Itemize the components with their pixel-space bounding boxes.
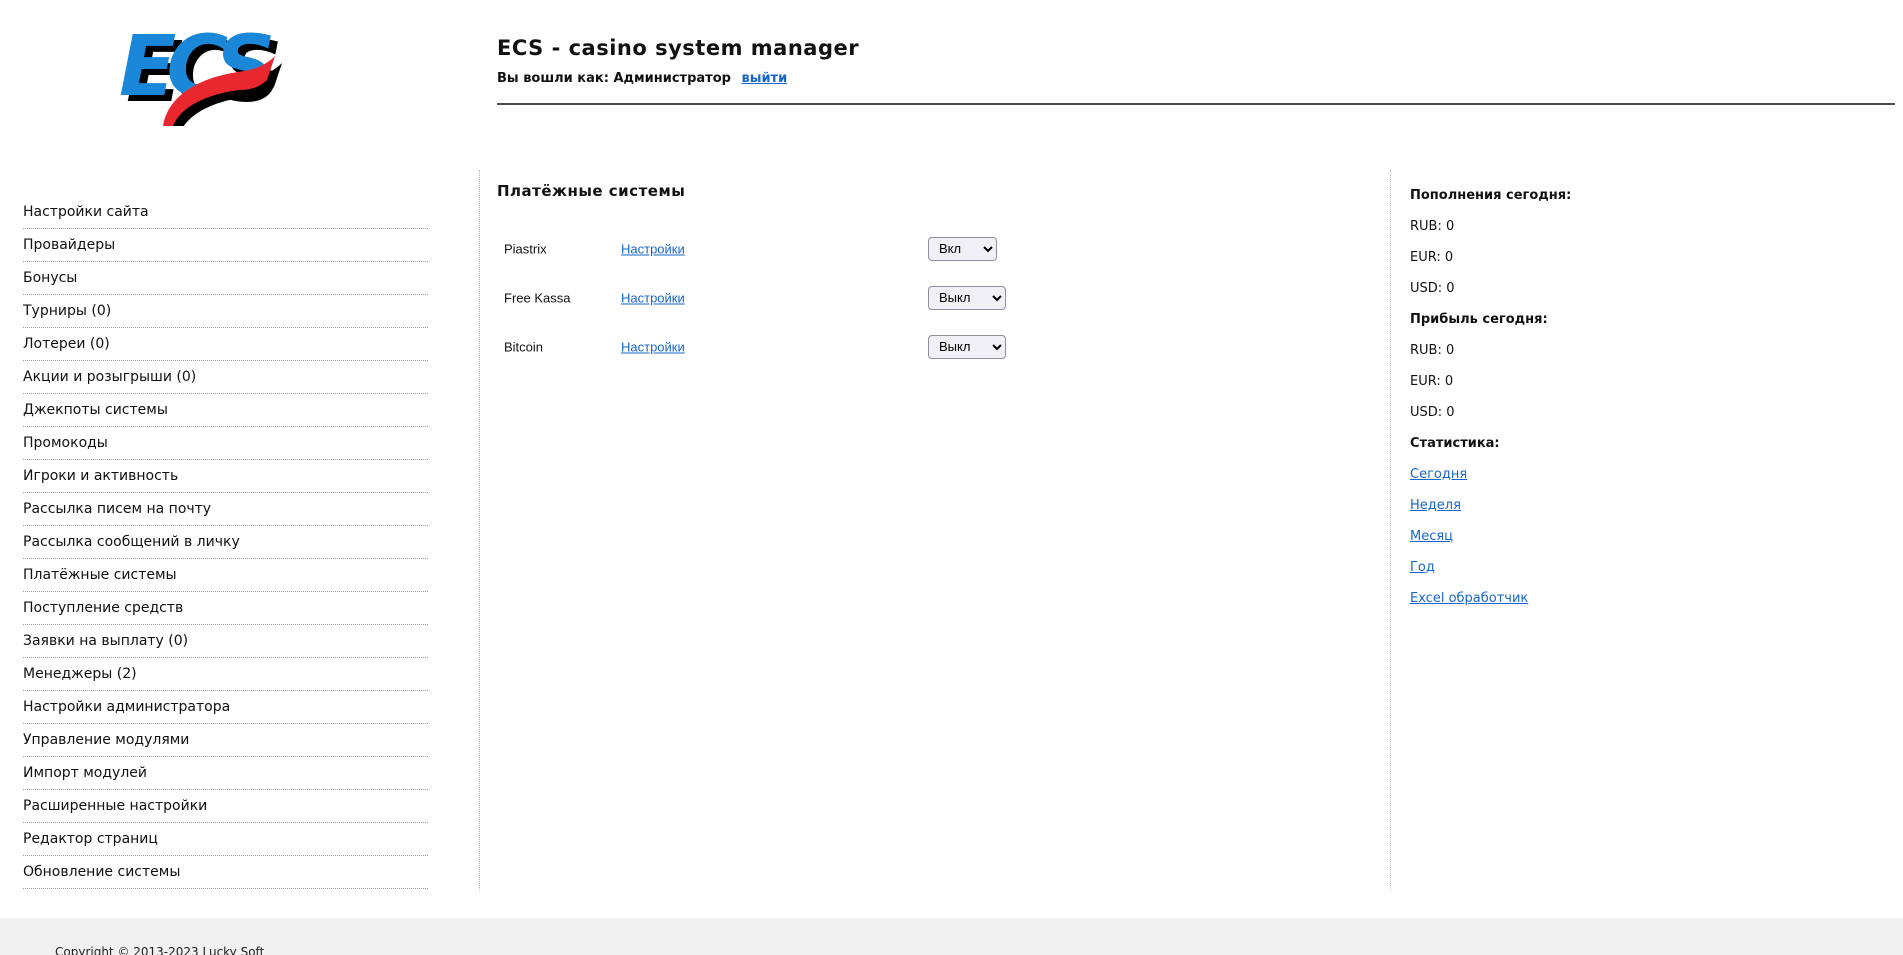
sidebar-item-lotteries[interactable]: Лотереи (0)	[23, 328, 428, 361]
profit-rub: RUB: 0	[1410, 343, 1455, 358]
page-title: ECS - casino system manager	[497, 36, 860, 60]
sidebar-item-email-mailing[interactable]: Рассылка писем на почту	[23, 493, 428, 526]
sidebar-item-providers[interactable]: Провайдеры	[23, 229, 428, 262]
sidebar-item-module-import[interactable]: Импорт модулей	[23, 757, 428, 790]
payment-name: Piastrix	[504, 241, 547, 256]
footer: Copyright © 2013-2023 Lucky Soft	[0, 918, 1903, 955]
main-stats-divider	[1390, 170, 1391, 890]
sidebar-item-system-update[interactable]: Обновление системы	[23, 856, 428, 889]
payment-status-select[interactable]: Выкл	[928, 334, 1006, 359]
profit-usd: USD: 0	[1410, 405, 1455, 420]
sidebar-item-promocodes[interactable]: Промокоды	[23, 427, 428, 460]
sidebar-item-pm-mailing[interactable]: Рассылка сообщений в личку	[23, 526, 428, 559]
ecs-logo-graphic: ECS ECS	[119, 17, 288, 133]
payment-settings-link[interactable]: Настройки	[621, 290, 685, 305]
sidebar-item-admin-settings[interactable]: Настройки администратора	[23, 691, 428, 724]
sidebar-item-advanced-settings[interactable]: Расширенные настройки	[23, 790, 428, 823]
sidebar-item-promotions[interactable]: Акции и розыгрыши (0)	[23, 361, 428, 394]
profit-today-heading: Прибыль сегодня:	[1410, 312, 1548, 327]
sidebar-item-managers[interactable]: Менеджеры (2)	[23, 658, 428, 691]
login-status-text: Вы вошли как: Администратор	[497, 71, 731, 86]
stats-link-excel-processor[interactable]: Excel обработчик	[1410, 591, 1528, 606]
sidebar-item-payout-requests[interactable]: Заявки на выплату (0)	[23, 625, 428, 658]
payment-row-piastrix: Piastrix Настройки Вкл	[497, 224, 1377, 273]
panel-title: Платёжные системы	[497, 182, 686, 200]
deposits-eur: EUR: 0	[1410, 250, 1454, 265]
deposits-rub: RUB: 0	[1410, 219, 1455, 234]
stats-link-week[interactable]: Неделя	[1410, 498, 1461, 513]
sidebar-item-incoming-funds[interactable]: Поступление средств	[23, 592, 428, 625]
payment-name: Bitcoin	[504, 339, 544, 354]
payment-row-freekassa: Free Kassa Настройки Выкл	[497, 273, 1377, 322]
stats-panel: Пополнения сегодня: RUB: 0 EUR: 0 USD: 0…	[1410, 180, 1700, 614]
ecs-logo: ECS ECS	[113, 16, 288, 133]
payment-settings-link[interactable]: Настройки	[621, 241, 685, 256]
stats-link-year[interactable]: Год	[1410, 560, 1435, 575]
logout-link[interactable]: выйти	[741, 71, 787, 86]
stats-link-month[interactable]: Месяц	[1410, 529, 1453, 544]
sidebar-item-jackpots[interactable]: Джекпоты системы	[23, 394, 428, 427]
statistics-heading: Статистика:	[1410, 436, 1500, 451]
payment-row-bitcoin: Bitcoin Настройки Выкл	[497, 322, 1377, 371]
payment-status-select[interactable]: Вкл	[928, 236, 997, 261]
payment-status-select[interactable]: Выкл	[928, 285, 1006, 310]
payment-rows: Piastrix Настройки Вкл Free Kassa Настро…	[497, 224, 1377, 371]
sidebar-item-page-editor[interactable]: Редактор страниц	[23, 823, 428, 856]
sidebar-item-bonuses[interactable]: Бонусы	[23, 262, 428, 295]
stats-link-today[interactable]: Сегодня	[1410, 467, 1467, 482]
payment-settings-link[interactable]: Настройки	[621, 339, 685, 354]
sidebar-item-tournaments[interactable]: Турниры (0)	[23, 295, 428, 328]
header-divider	[497, 103, 1895, 105]
sidebar-menu: Настройки сайта Провайдеры Бонусы Турнир…	[23, 196, 428, 889]
payment-name: Free Kassa	[504, 290, 571, 305]
page-header: ECS - casino system manager Вы вошли как…	[497, 36, 859, 86]
sidebar-item-players-activity[interactable]: Игроки и активность	[23, 460, 428, 493]
payment-systems-panel: Платёжные системы Piastrix Настройки Вкл…	[497, 182, 1377, 371]
login-status: Вы вошли как: Администратор выйти	[497, 71, 859, 86]
deposits-today-heading: Пополнения сегодня:	[1410, 188, 1572, 203]
sidebar-item-module-management[interactable]: Управление модулями	[23, 724, 428, 757]
sidebar-main-divider	[479, 170, 480, 890]
copyright-text: Copyright © 2013-2023 Lucky Soft	[55, 945, 265, 955]
profit-eur: EUR: 0	[1410, 374, 1454, 389]
sidebar-item-payment-systems[interactable]: Платёжные системы	[23, 559, 428, 592]
sidebar-item-site-settings[interactable]: Настройки сайта	[23, 196, 428, 229]
deposits-usd: USD: 0	[1410, 281, 1455, 296]
